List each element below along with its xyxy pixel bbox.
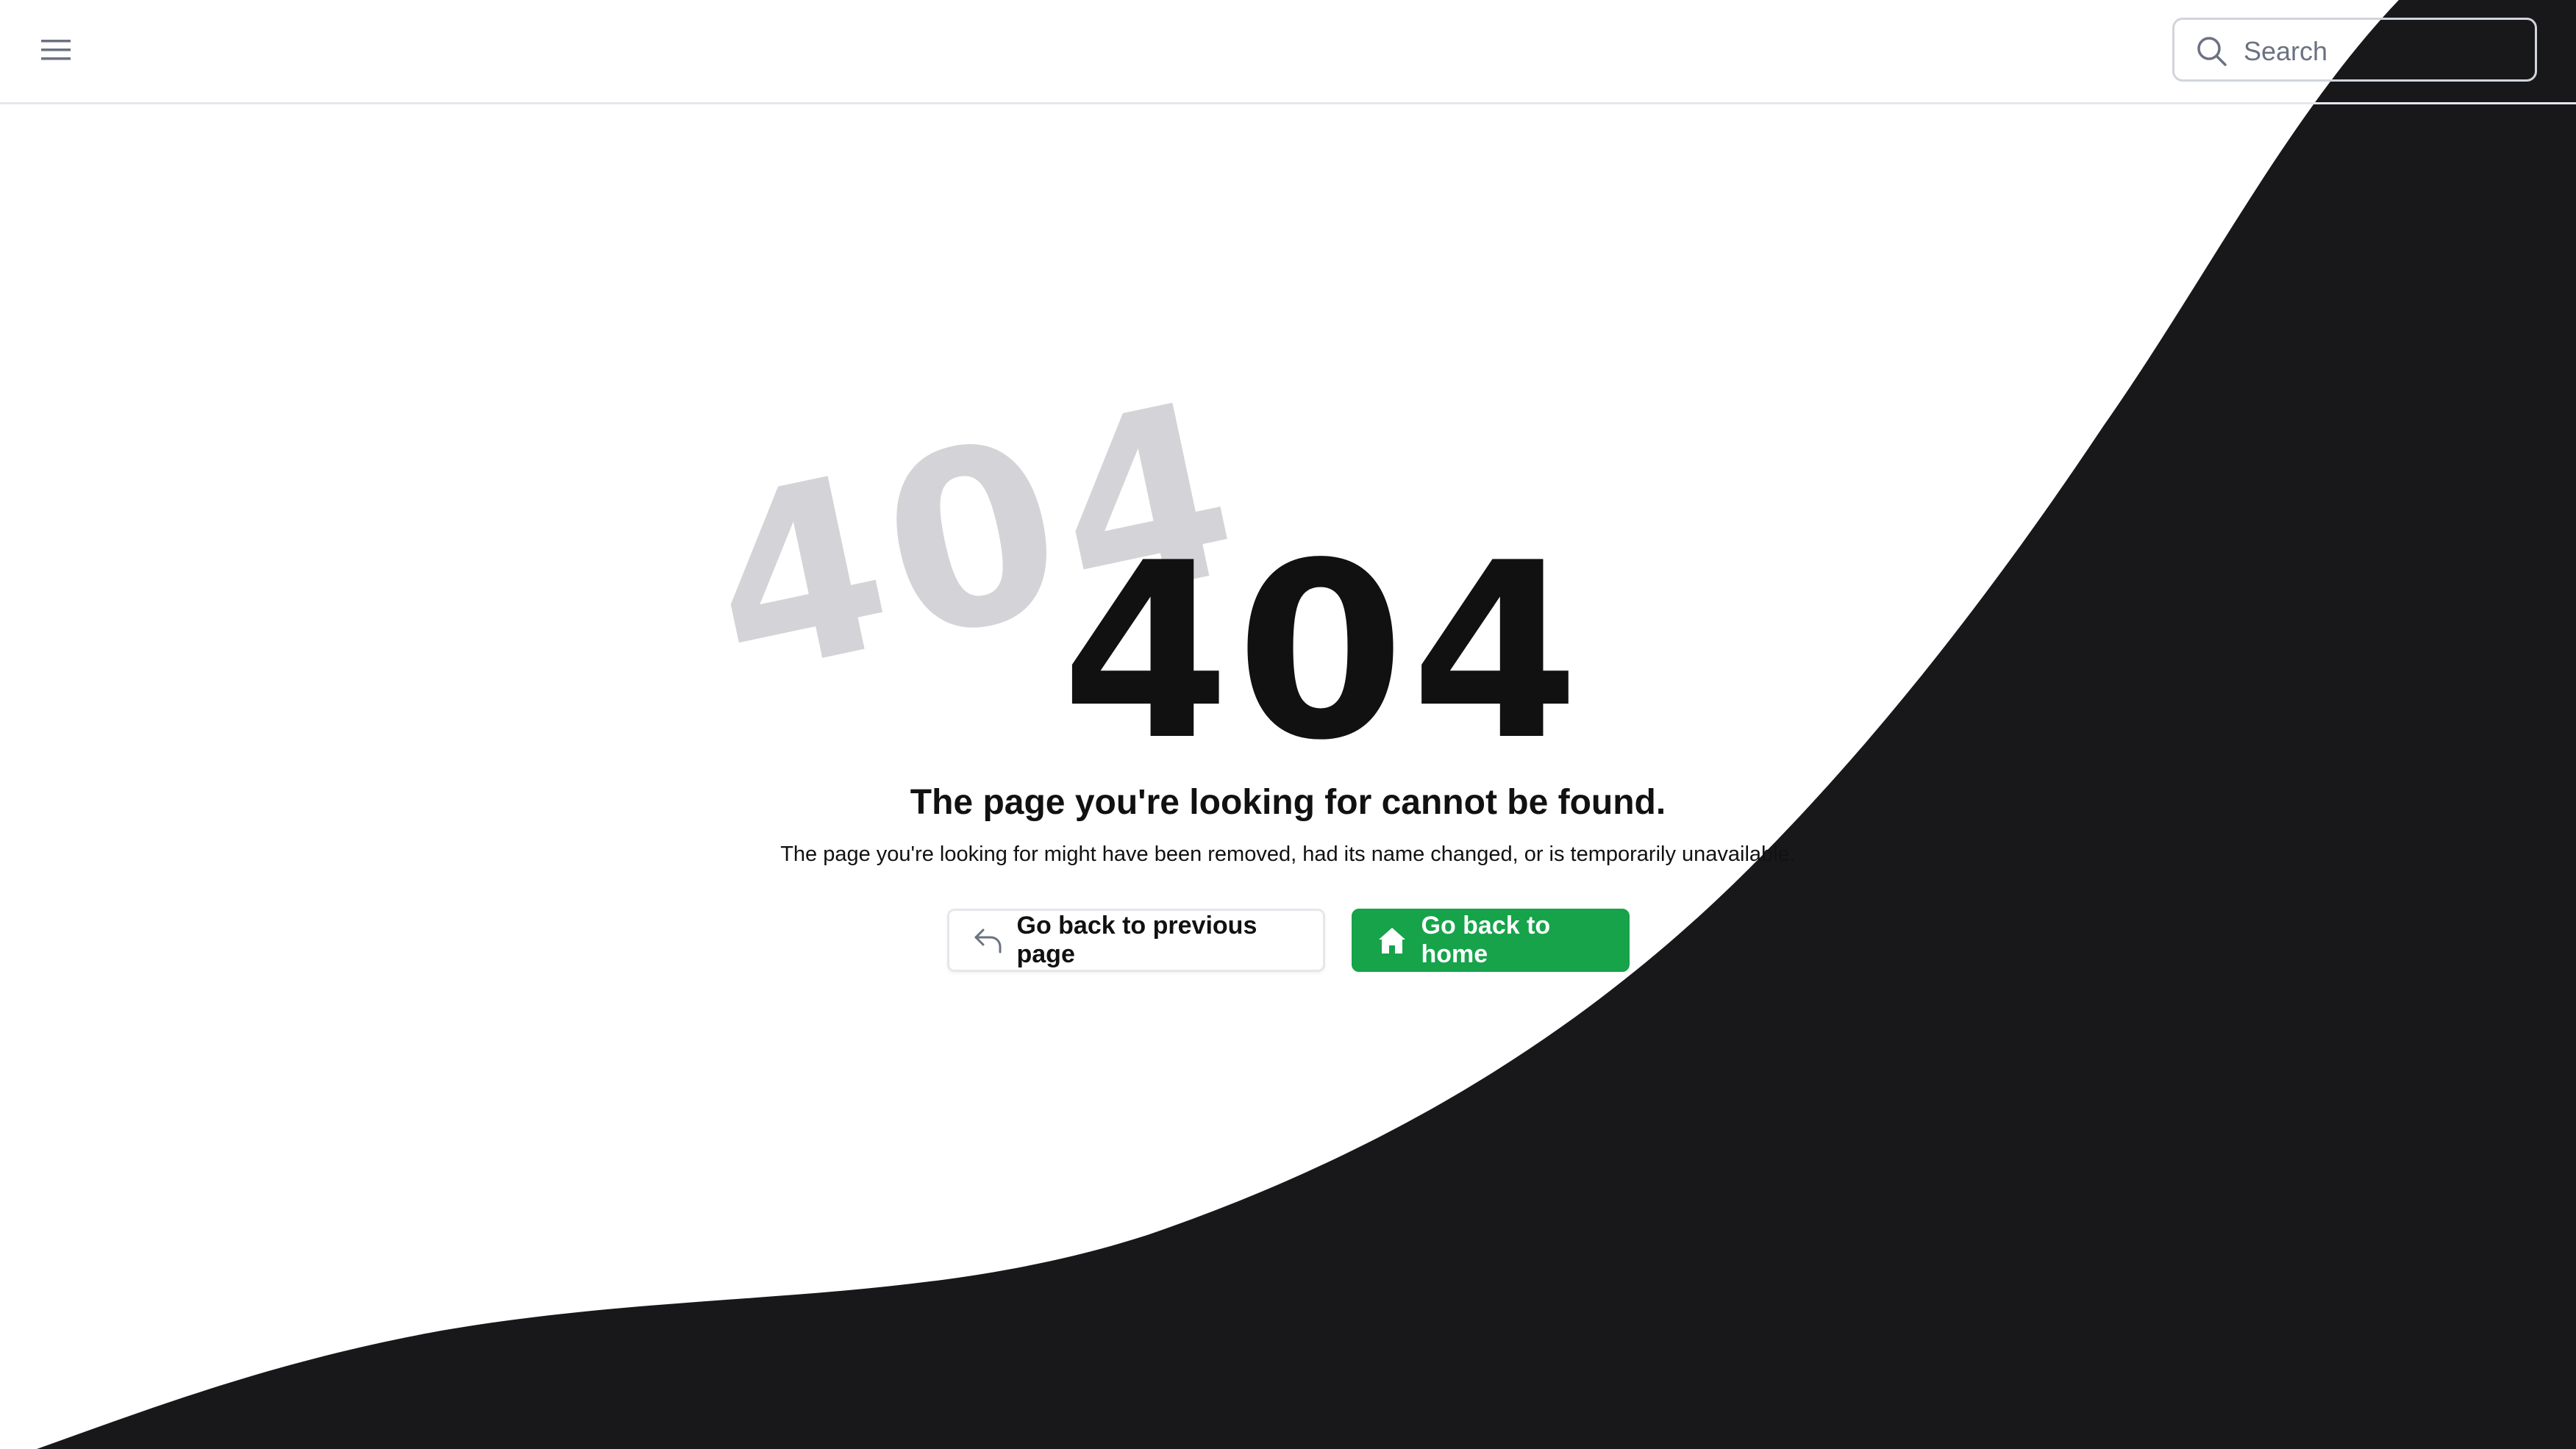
error-actions: Go back to previous page Go back to home	[0, 909, 2576, 972]
home-icon	[1376, 924, 1408, 956]
go-back-button[interactable]: Go back to previous page	[946, 909, 1325, 972]
error-content: 404 404 The page you're looking for cann…	[0, 0, 2576, 1449]
not-found-page: 404 404 The page you're looking for cann…	[0, 0, 2576, 1449]
go-home-button[interactable]: Go back to home	[1351, 909, 1630, 972]
error-title: The page you're looking for cannot be fo…	[910, 783, 1666, 822]
error-code: 404	[1061, 511, 1585, 793]
error-description: The page you're looking for might have b…	[780, 842, 1796, 866]
go-back-label: Go back to previous page	[1016, 912, 1257, 968]
undo-arrow-icon	[971, 924, 1004, 956]
go-home-label: Go back to home	[1421, 912, 1551, 968]
